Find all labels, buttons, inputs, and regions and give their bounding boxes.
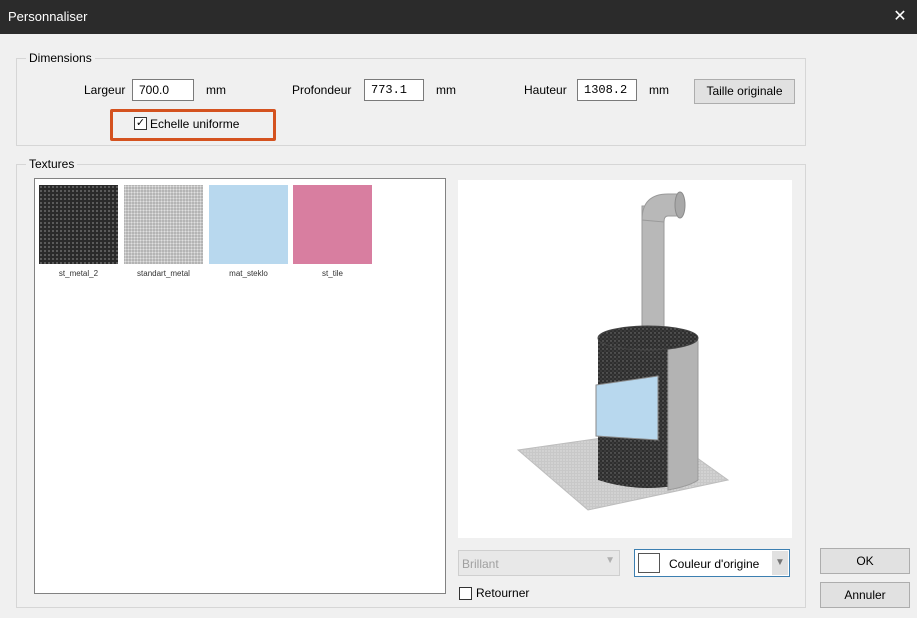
texture-name: standart_metal <box>137 269 190 278</box>
color-swatch <box>638 553 660 573</box>
texture-item[interactable]: st_tile <box>293 185 372 278</box>
texture-name: mat_steklo <box>229 269 268 278</box>
ok-button[interactable]: OK <box>820 548 910 574</box>
width-field[interactable]: 700.0 <box>132 79 194 101</box>
height-label: Hauteur <box>524 83 567 97</box>
texture-name: st_metal_2 <box>58 269 99 278</box>
textures-group-label: Textures <box>26 157 78 171</box>
texture-swatch <box>124 185 203 264</box>
flip-checkbox[interactable] <box>459 587 472 600</box>
cancel-button[interactable]: Annuler <box>820 582 910 608</box>
flip-label[interactable]: Retourner <box>476 586 529 600</box>
texture-item[interactable]: standart_metal <box>124 185 203 278</box>
close-icon[interactable]: ✕ <box>887 6 913 28</box>
texture-item[interactable]: st_metal_2 <box>39 185 118 278</box>
texture-swatch <box>293 185 372 264</box>
stove-preview-image <box>516 191 730 511</box>
width-label: Largeur <box>84 83 126 97</box>
texture-list[interactable]: st_metal_2 standart_metal mat_steklo st_… <box>34 178 446 594</box>
window-title: Personnaliser <box>8 9 88 24</box>
depth-label: Profondeur <box>292 83 352 97</box>
texture-swatch <box>209 185 288 264</box>
depth-unit: mm <box>436 83 456 97</box>
model-preview[interactable] <box>458 180 792 538</box>
width-unit: mm <box>206 83 226 97</box>
uniform-scale-checkbox[interactable]: ✓ <box>134 117 147 130</box>
texture-item[interactable]: mat_steklo <box>209 185 288 278</box>
uniform-scale-label[interactable]: Echelle uniforme <box>150 117 239 131</box>
depth-field[interactable]: 773.1 <box>364 79 424 101</box>
texture-swatch <box>39 185 118 264</box>
texture-name: st_tile <box>322 269 343 278</box>
height-unit: mm <box>649 83 669 97</box>
dimensions-group-label: Dimensions <box>26 51 95 65</box>
height-field[interactable]: 1308.2 <box>577 79 637 101</box>
color-select[interactable]: Couleur d'origine ▼ <box>634 549 790 577</box>
chevron-down-icon: ▼ <box>772 551 788 575</box>
finish-select-value: Brillant <box>462 557 499 571</box>
chevron-down-icon: ▼ <box>605 555 615 566</box>
color-select-value: Couleur d'origine <box>669 557 760 571</box>
title-bar: Personnaliser ✕ <box>0 0 917 34</box>
original-size-button[interactable]: Taille originale <box>694 79 795 104</box>
finish-select[interactable]: Brillant ▼ <box>458 550 620 576</box>
